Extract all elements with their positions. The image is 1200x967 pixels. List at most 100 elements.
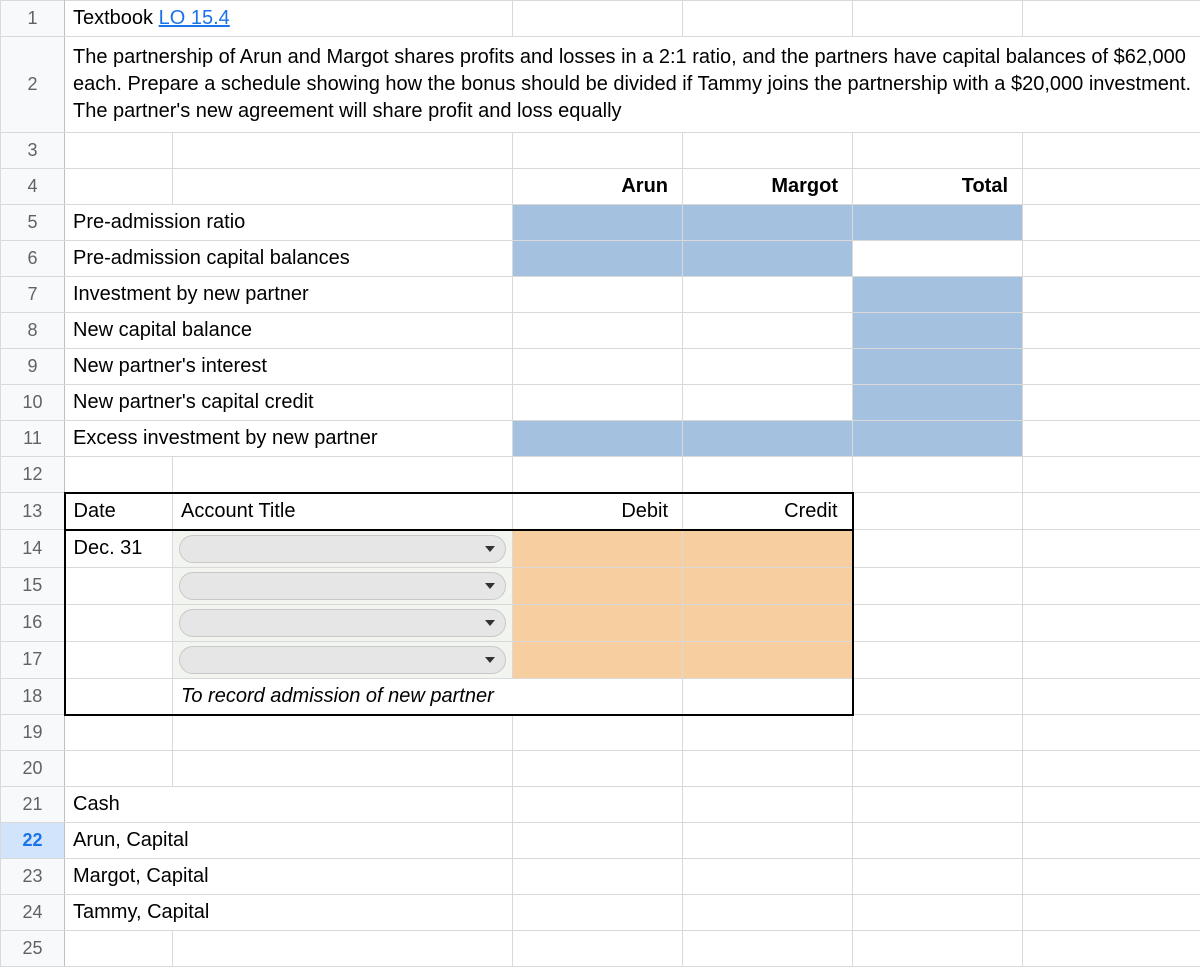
row-header[interactable]: 4 (1, 169, 65, 205)
header-margot[interactable]: Margot (683, 169, 853, 205)
cell[interactable] (853, 1, 1023, 37)
cell[interactable] (683, 1, 853, 37)
input-excess-total[interactable] (853, 421, 1023, 457)
lo-link[interactable]: LO 15.4 (159, 7, 230, 29)
cell[interactable] (513, 787, 683, 823)
row-header[interactable]: 11 (1, 421, 65, 457)
cell[interactable] (1023, 277, 1200, 313)
row-header[interactable]: 9 (1, 349, 65, 385)
cell[interactable] (853, 493, 1023, 530)
journal-date[interactable]: Dec. 31 (65, 530, 173, 568)
label-new-partner-interest[interactable]: New partner's interest (65, 349, 513, 385)
cell[interactable] (683, 823, 853, 859)
dropdown[interactable] (179, 609, 506, 637)
cell[interactable] (513, 385, 683, 421)
row-header[interactable]: 20 (1, 751, 65, 787)
row-header[interactable]: 25 (1, 931, 65, 967)
debit-input-2[interactable] (513, 567, 683, 604)
cell[interactable] (513, 823, 683, 859)
label-investment-new-partner[interactable]: Investment by new partner (65, 277, 513, 313)
cell[interactable] (65, 751, 173, 787)
cell[interactable] (853, 530, 1023, 568)
cell[interactable] (65, 169, 173, 205)
cell[interactable] (853, 931, 1023, 967)
dropdown[interactable] (179, 646, 506, 674)
cell[interactable] (1023, 530, 1200, 568)
cell[interactable] (853, 641, 1023, 678)
cell[interactable] (513, 133, 683, 169)
cell[interactable] (683, 787, 853, 823)
input-investment-total[interactable] (853, 277, 1023, 313)
cell[interactable] (65, 641, 173, 678)
input-total-ratio[interactable] (853, 205, 1023, 241)
input-arun-ratio[interactable] (513, 205, 683, 241)
cell[interactable] (853, 678, 1023, 715)
cell[interactable] (1023, 421, 1200, 457)
row-header[interactable]: 17 (1, 641, 65, 678)
cell[interactable] (513, 349, 683, 385)
cell[interactable] (683, 313, 853, 349)
account-arun-capital[interactable]: Arun, Capital (65, 823, 513, 859)
cell[interactable] (1023, 751, 1200, 787)
journal-header-date[interactable]: Date (65, 493, 173, 530)
input-new-interest-total[interactable] (853, 349, 1023, 385)
cell[interactable] (173, 751, 513, 787)
row-header[interactable]: 12 (1, 457, 65, 493)
cell[interactable] (513, 457, 683, 493)
cell[interactable] (1023, 457, 1200, 493)
cell[interactable] (1023, 313, 1200, 349)
cell[interactable] (65, 457, 173, 493)
row-header[interactable]: 14 (1, 530, 65, 568)
row-header[interactable]: 24 (1, 895, 65, 931)
cell[interactable] (853, 567, 1023, 604)
cell[interactable] (513, 751, 683, 787)
label-pre-admission-ratio[interactable]: Pre-admission ratio (65, 205, 513, 241)
credit-input-2[interactable] (683, 567, 853, 604)
cell[interactable] (173, 715, 513, 751)
cell[interactable] (173, 931, 513, 967)
cell[interactable] (513, 895, 683, 931)
label-excess-investment[interactable]: Excess investment by new partner (65, 421, 513, 457)
row-header[interactable]: 2 (1, 37, 65, 133)
header-total[interactable]: Total (853, 169, 1023, 205)
cell[interactable] (853, 823, 1023, 859)
cell[interactable] (173, 169, 513, 205)
cell[interactable] (1023, 895, 1200, 931)
account-dropdown-2[interactable] (173, 567, 513, 604)
cell[interactable] (173, 133, 513, 169)
problem-text[interactable]: The partnership of Arun and Margot share… (65, 37, 1200, 133)
dropdown[interactable] (179, 535, 506, 563)
cell[interactable] (683, 715, 853, 751)
debit-input-4[interactable] (513, 641, 683, 678)
cell[interactable] (683, 457, 853, 493)
cell[interactable] (1023, 567, 1200, 604)
input-excess-margot[interactable] (683, 421, 853, 457)
cell[interactable] (513, 277, 683, 313)
cell[interactable] (683, 133, 853, 169)
cell[interactable] (1023, 133, 1200, 169)
cell[interactable] (513, 313, 683, 349)
cell[interactable] (173, 457, 513, 493)
account-tammy-capital[interactable]: Tammy, Capital (65, 895, 513, 931)
journal-memo[interactable]: To record admission of new partner (173, 678, 683, 715)
row-header[interactable]: 19 (1, 715, 65, 751)
cell[interactable] (1023, 931, 1200, 967)
account-cash[interactable]: Cash (65, 787, 513, 823)
cell[interactable] (853, 859, 1023, 895)
input-margot-capital[interactable] (683, 241, 853, 277)
cell[interactable] (853, 895, 1023, 931)
cell[interactable] (853, 457, 1023, 493)
cell[interactable] (1023, 493, 1200, 530)
cell[interactable] (1023, 205, 1200, 241)
cell[interactable] (683, 678, 853, 715)
row-header[interactable]: 21 (1, 787, 65, 823)
row-header[interactable]: 18 (1, 678, 65, 715)
dropdown[interactable] (179, 572, 506, 600)
row-header-selected[interactable]: 22 (1, 823, 65, 859)
label-pre-admission-capital[interactable]: Pre-admission capital balances (65, 241, 513, 277)
row-header[interactable]: 3 (1, 133, 65, 169)
cell[interactable] (65, 604, 173, 641)
cell[interactable] (65, 133, 173, 169)
credit-input-4[interactable] (683, 641, 853, 678)
account-margot-capital[interactable]: Margot, Capital (65, 859, 513, 895)
